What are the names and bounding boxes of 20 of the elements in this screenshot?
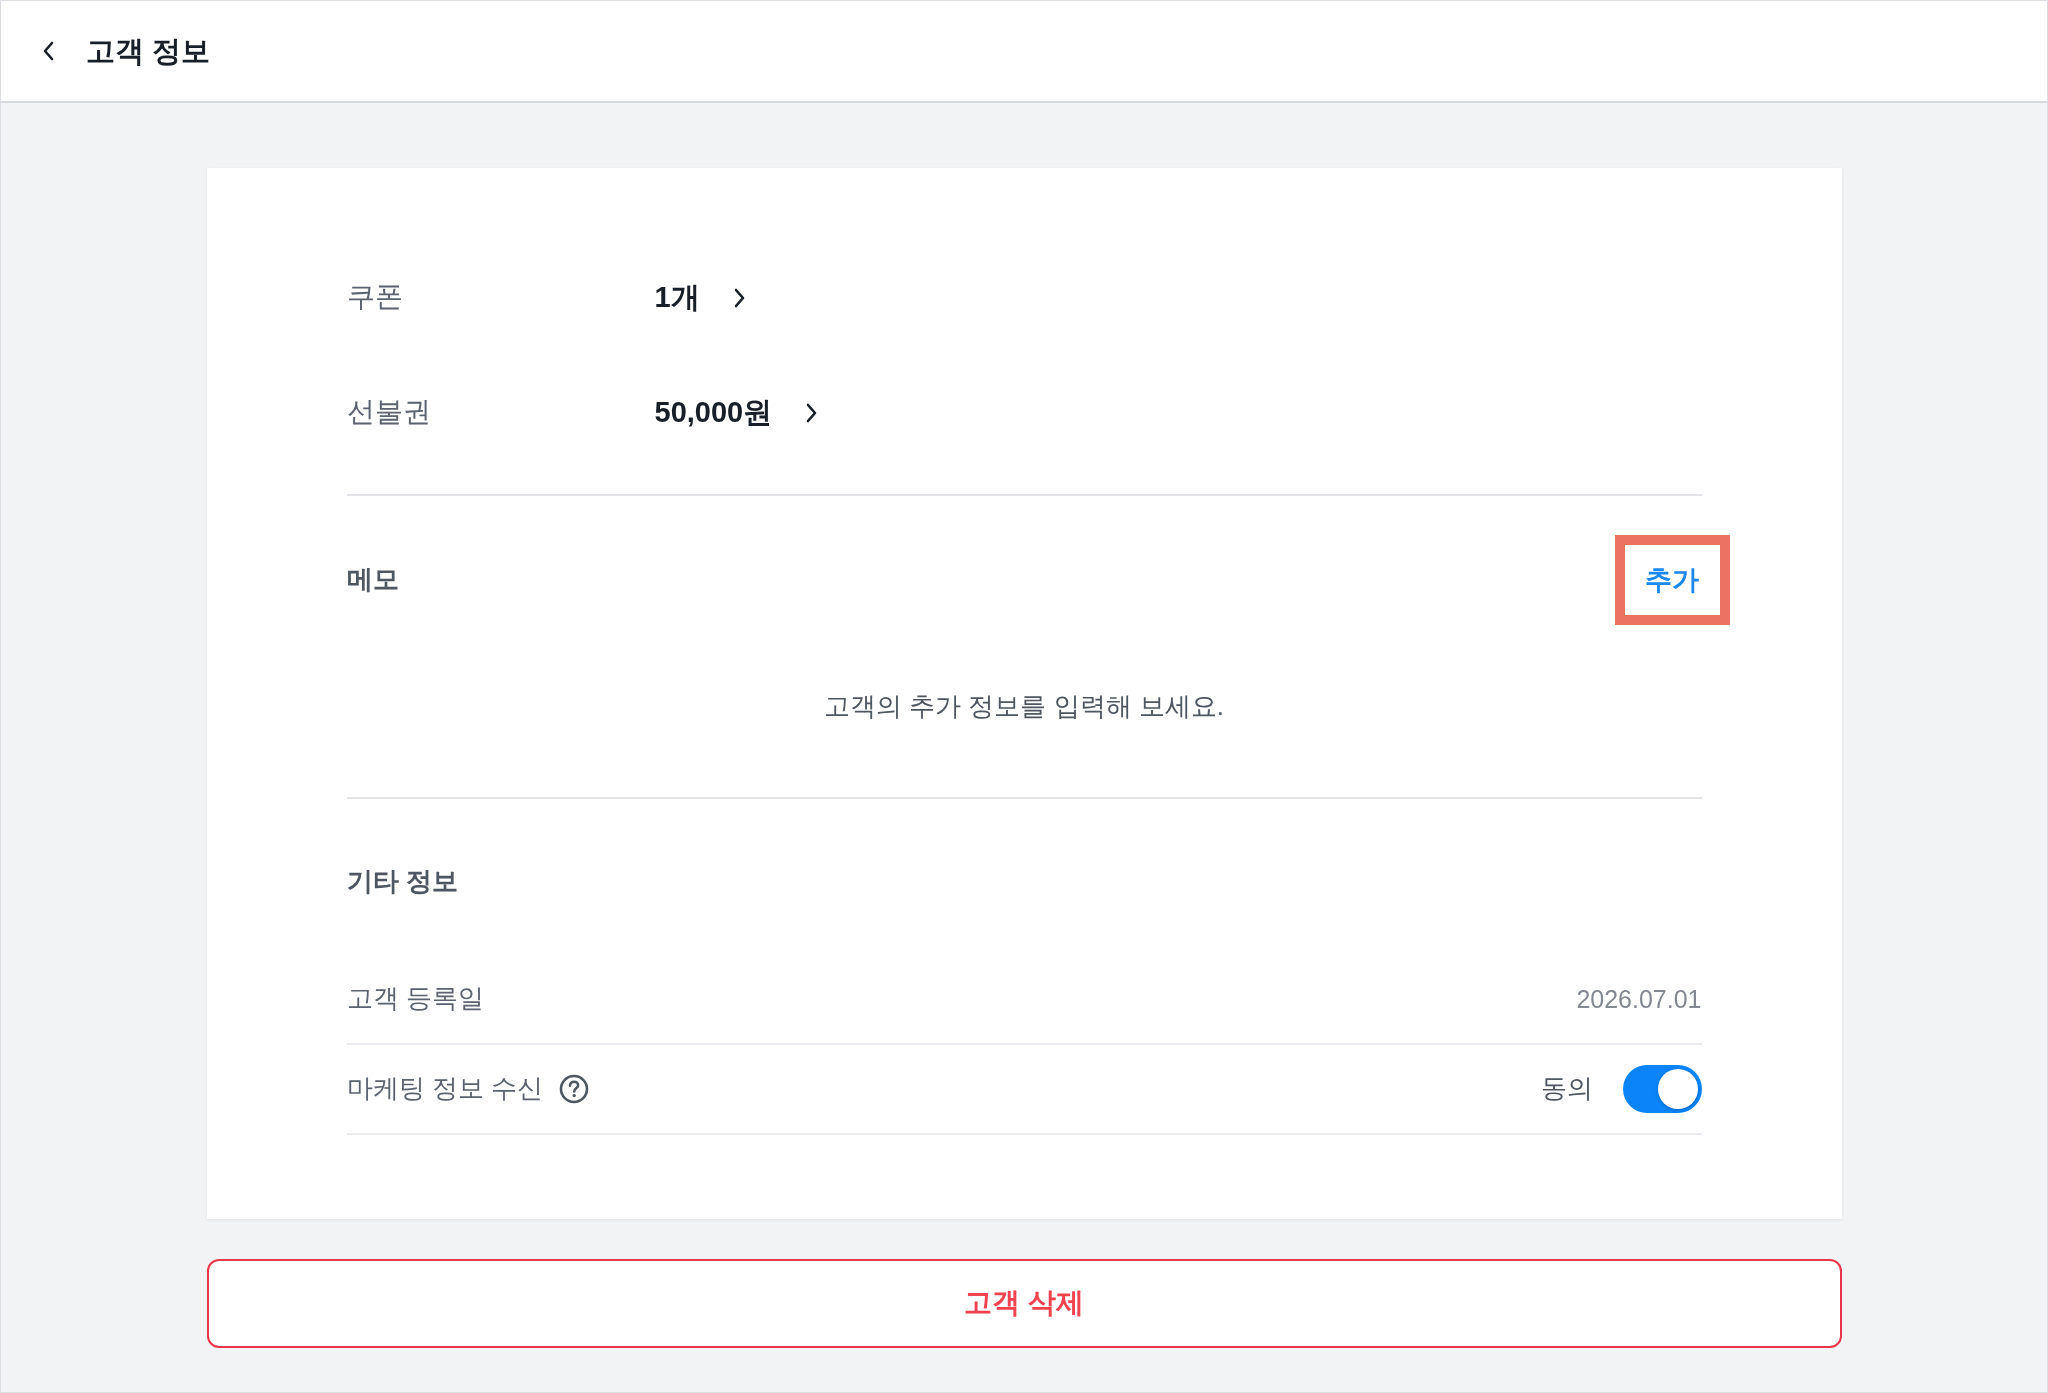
other-info-title: 기타 정보	[346, 865, 458, 898]
info-value: 2026.07.01	[1576, 983, 1702, 1015]
back-button[interactable]	[41, 40, 55, 62]
summary-value-link[interactable]: 50,000원	[654, 393, 819, 432]
info-label: 고객 등록일	[346, 981, 484, 1015]
summary-label: 선불권	[346, 395, 432, 430]
page-title: 고객 정보	[86, 33, 211, 69]
memo-empty-text: 고객의 추가 정보를 입력해 보세요.	[823, 690, 1225, 723]
info-label: 마케팅 정보 수신	[346, 1071, 543, 1105]
delete-customer-button[interactable]: 고객 삭제	[206, 1258, 1842, 1348]
add-memo-button[interactable]: 추가	[1614, 535, 1730, 625]
help-icon[interactable]	[558, 1073, 589, 1104]
toggle-label: 동의	[1540, 1071, 1593, 1105]
chevron-right-icon	[806, 402, 819, 423]
memo-title: 메모	[346, 563, 399, 597]
chevron-right-icon	[733, 287, 746, 308]
chevron-left-icon	[42, 41, 54, 61]
summary-value-link[interactable]: 1개	[654, 278, 746, 317]
toggle-switch[interactable]	[1622, 1064, 1702, 1113]
summary-label: 쿠폰	[346, 280, 404, 315]
